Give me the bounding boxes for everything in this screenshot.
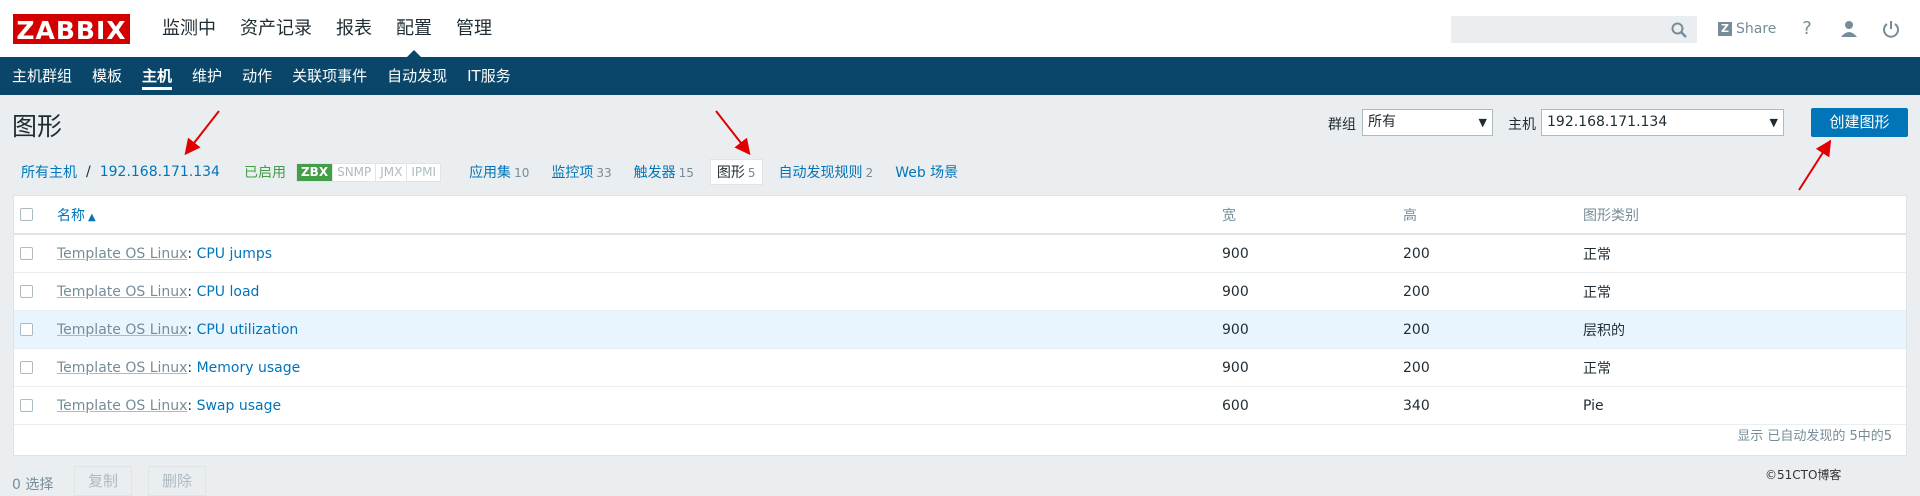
annotation-arrow-host (184, 110, 220, 156)
annotation-arrows (184, 110, 1832, 191)
annotation-arrow-graphs (715, 110, 751, 156)
annotation-arrow-create (1798, 139, 1832, 191)
